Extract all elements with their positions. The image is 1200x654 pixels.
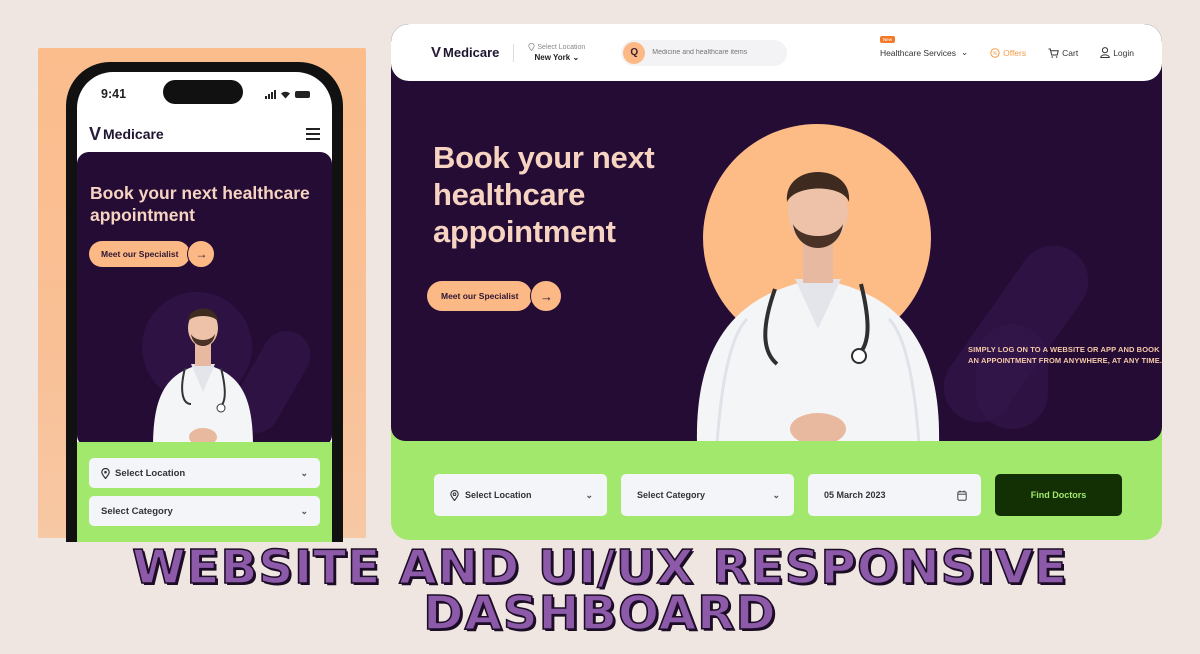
battery-icon bbox=[295, 90, 310, 98]
banner-title: WEBSITE AND UI/UX RESPONSIVE DASHBOARD bbox=[0, 540, 1200, 640]
calendar-icon bbox=[957, 490, 967, 501]
search-bar[interactable]: Q bbox=[621, 39, 788, 66]
cta-group: Meet our Specialist → bbox=[89, 240, 216, 268]
dynamic-island bbox=[163, 80, 243, 104]
healthcare-services-menu[interactable]: New Healthcare Services ⌄ bbox=[879, 36, 969, 58]
map-pin-icon bbox=[528, 43, 536, 51]
mobile-search-form: Select Location ⌄ Select Category ⌄ bbox=[77, 442, 332, 542]
meet-specialist-button[interactable]: Meet our Specialist bbox=[89, 241, 191, 267]
user-icon bbox=[1100, 47, 1110, 58]
hamburger-icon[interactable] bbox=[306, 128, 320, 140]
search-input[interactable] bbox=[652, 49, 783, 56]
chevron-down-icon: ⌄ bbox=[585, 489, 593, 500]
chevron-down-icon: ⌄ bbox=[961, 47, 969, 57]
cta-group: Meet our Specialist → bbox=[427, 280, 563, 312]
location-picker[interactable]: Select Location New York ⌄ bbox=[528, 43, 585, 62]
logo-mark-icon: V bbox=[89, 123, 101, 144]
desktop-navbar: V Medicare Select Location New York ⌄ Q … bbox=[391, 24, 1162, 81]
svg-text:%: % bbox=[993, 51, 998, 57]
logo[interactable]: V Medicare bbox=[89, 124, 164, 145]
phone-mockup: 9:41 V Medicare Book your next healthcar… bbox=[66, 62, 343, 542]
arrow-right-icon[interactable]: → bbox=[187, 240, 216, 268]
decorative-blob bbox=[976, 324, 1048, 429]
desktop-search-form: Select Location ⌄ Select Category ⌄ 05 M… bbox=[434, 474, 1122, 516]
doctor-photo bbox=[697, 172, 939, 441]
arrow-right-icon[interactable]: → bbox=[530, 280, 563, 312]
offer-badge-icon: % bbox=[990, 47, 1000, 58]
status-time: 9:41 bbox=[101, 87, 127, 101]
chevron-down-icon: ⌄ bbox=[572, 53, 580, 62]
offers-link[interactable]: % Offers bbox=[990, 48, 1026, 58]
cart-icon bbox=[1048, 48, 1059, 58]
desktop-mockup: V Medicare Select Location New York ⌄ Q … bbox=[391, 24, 1162, 540]
search-icon[interactable]: Q bbox=[623, 41, 646, 64]
mobile-navbar: V Medicare bbox=[77, 116, 332, 152]
hero-tagline: SIMPLY LOG ON TO A WEBSITE OR APP AND BO… bbox=[968, 345, 1162, 365]
category-select[interactable]: Select Category ⌄ bbox=[621, 474, 794, 516]
date-picker[interactable]: 05 March 2023 bbox=[808, 474, 981, 516]
phone-screen: 9:41 V Medicare Book your next healthcar… bbox=[77, 72, 332, 542]
doctor-photo bbox=[153, 308, 253, 447]
cart-link[interactable]: Cart bbox=[1048, 48, 1078, 58]
banner-line-2: DASHBOARD bbox=[423, 586, 777, 640]
logo[interactable]: V Medicare bbox=[431, 44, 499, 61]
meet-specialist-button[interactable]: Meet our Specialist bbox=[427, 281, 533, 311]
banner-line-1: WEBSITE AND UI/UX RESPONSIVE bbox=[131, 540, 1068, 594]
map-pin-icon bbox=[101, 467, 110, 479]
hero-headline: Book your next healthcare appointment bbox=[433, 140, 655, 249]
desktop-hero: V Medicare Select Location New York ⌄ Q … bbox=[391, 24, 1162, 441]
mobile-category-select[interactable]: Select Category ⌄ bbox=[89, 496, 320, 526]
mobile-hero: Book your next healthcare appointment Me… bbox=[77, 152, 332, 447]
hero-headline: Book your next healthcare appointment bbox=[90, 183, 310, 225]
signal-icon bbox=[265, 89, 276, 99]
map-pin-icon bbox=[450, 489, 459, 501]
wifi-icon bbox=[281, 91, 290, 98]
chevron-down-icon: ⌄ bbox=[300, 505, 308, 516]
mobile-location-select[interactable]: Select Location ⌄ bbox=[89, 458, 320, 488]
location-select[interactable]: Select Location ⌄ bbox=[434, 474, 607, 516]
divider bbox=[513, 43, 515, 62]
login-link[interactable]: Login bbox=[1100, 47, 1134, 58]
find-doctors-button[interactable]: Find Doctors bbox=[995, 474, 1122, 516]
new-badge: New bbox=[879, 36, 895, 43]
chevron-down-icon: ⌄ bbox=[772, 489, 780, 500]
chevron-down-icon: ⌄ bbox=[300, 467, 308, 478]
logo-mark-icon: V bbox=[431, 44, 441, 61]
